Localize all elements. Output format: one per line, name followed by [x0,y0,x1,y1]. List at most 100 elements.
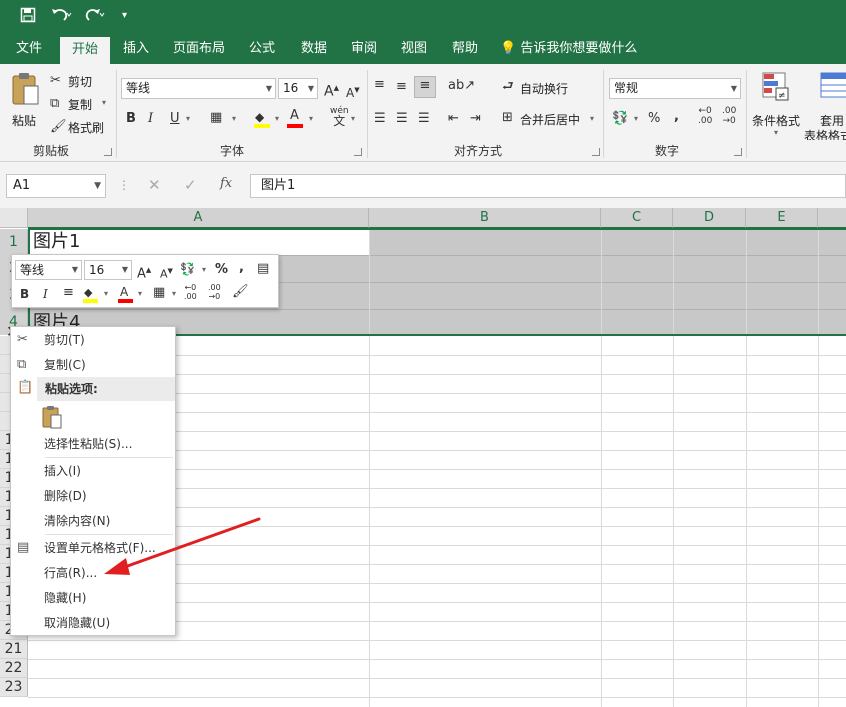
paste-button[interactable]: 粘贴 [8,70,42,130]
increase-indent-icon[interactable]: ⇥ [470,110,481,128]
mini-shrink-font-button[interactable]: A▼ [160,262,173,284]
menu-item-format-cells[interactable]: ▤ 设置单元格格式(F)... [11,536,175,560]
mini-paintbrush-icon[interactable]: 🖌 [232,283,249,301]
menu-item-row-height[interactable]: 行高(R)... [11,561,175,585]
alignment-launcher-icon[interactable] [592,148,600,156]
increase-decimal-button[interactable]: ←0.00 [698,106,712,126]
accounting-format-icon[interactable]: 💱 [612,110,628,128]
tab-help[interactable]: 帮助 [443,34,487,64]
mini-font-size-select[interactable]: 16 ▼ [84,260,132,280]
mini-percent-button[interactable]: % [215,261,228,279]
column-header-a[interactable]: A [28,208,369,228]
fill-color-button[interactable]: ◆ [254,108,272,128]
tab-home[interactable]: 开始 [60,37,110,64]
clipboard-launcher-icon[interactable] [104,148,112,156]
decrease-indent-icon[interactable]: ⇤ [448,110,459,128]
customize-qat-icon[interactable]: ▾ [122,7,127,25]
shrink-font-button[interactable]: A▼ [346,81,360,102]
column-header-b[interactable]: B [369,208,601,228]
grow-font-button[interactable]: A▲ [324,79,339,101]
formula-input[interactable]: 图片1 [250,174,846,198]
row-header[interactable]: 1 [0,229,28,255]
mini-format-table-icon[interactable]: ▤ [257,260,269,278]
save-icon[interactable] [20,7,36,27]
align-bottom-icon[interactable]: ≡ [414,76,436,98]
copy-button[interactable]: ⧉ 复制 ▾ [50,95,110,113]
cut-button[interactable]: ✂ 剪切 [50,72,110,90]
insert-function-icon[interactable]: fx [220,176,232,191]
font-size-select[interactable]: 16 ▼ [278,78,318,99]
mini-font-color-button[interactable]: A [118,284,134,304]
align-right-icon[interactable]: ☰ [418,110,430,128]
column-header-d[interactable]: D [673,208,746,228]
menu-item-delete[interactable]: 删除(D) [11,484,175,508]
align-top-icon[interactable]: ≡ [374,76,385,94]
mini-comma-button[interactable]: , [239,259,244,277]
align-left-icon[interactable]: ☰ [374,110,386,128]
mini-align-center-icon[interactable]: ≡ [63,284,74,302]
mini-borders-icon[interactable]: ▦ [153,284,165,302]
wrap-text-button[interactable]: ⮐ 自动换行 [500,78,590,98]
menu-item-paste-special[interactable]: 选择性粘贴(S)... [11,432,175,456]
name-box[interactable]: A1 ▼ [6,174,106,198]
mini-font-color-dropdown-icon[interactable]: ▾ [138,289,142,298]
tab-data[interactable]: 数据 [292,34,336,64]
accounting-dropdown-icon[interactable]: ▾ [634,114,638,123]
chevron-down-icon[interactable]: ▾ [590,114,594,123]
mini-font-name-select[interactable]: 等线 ▼ [15,260,82,280]
font-color-button[interactable]: A [287,108,305,128]
number-format-select[interactable]: 常规 ▼ [609,78,741,99]
chevron-down-icon[interactable]: ▼ [94,175,101,197]
tab-view[interactable]: 视图 [392,34,436,64]
tab-page-layout[interactable]: 页面布局 [166,34,232,64]
align-center-icon[interactable]: ☰ [396,110,408,128]
borders-dropdown-icon[interactable]: ▾ [232,114,236,123]
phonetic-dropdown-icon[interactable]: ▾ [351,114,355,123]
format-painter-button[interactable]: 🖌 格式刷 [50,118,110,136]
tab-insert[interactable]: 插入 [114,34,158,64]
mini-grow-font-button[interactable]: A▲ [137,261,151,283]
fill-dropdown-icon[interactable]: ▾ [275,114,279,123]
number-launcher-icon[interactable] [734,148,742,156]
column-header-e[interactable]: E [746,208,818,228]
align-middle-icon[interactable]: ≡ [396,78,407,96]
orientation-icon[interactable]: ab↗ [448,77,475,95]
enter-icon[interactable]: ✓ [184,176,197,194]
menu-item-insert[interactable]: 插入(I) [11,459,175,483]
row-header[interactable]: 21 [0,640,28,659]
tell-me-box[interactable]: 💡 告诉我你想要做什么 [500,34,640,64]
font-launcher-icon[interactable] [354,148,362,156]
menu-item-cut[interactable]: ✂ 剪切(T) [11,328,175,352]
paste-option-button[interactable] [41,405,65,431]
phonetic-button[interactable]: wén 文 [330,106,349,128]
comma-button[interactable]: , [674,108,679,126]
font-color-dropdown-icon[interactable]: ▾ [309,114,313,123]
redo-icon[interactable] [84,7,106,27]
conditional-format-button[interactable]: ≠ 条件格式 ▾ [750,70,802,140]
underline-dropdown-icon[interactable]: ▾ [186,114,190,123]
underline-button[interactable]: U [170,110,180,128]
bold-button[interactable]: B [126,110,136,128]
undo-icon[interactable] [50,7,72,27]
mini-fill-dropdown-icon[interactable]: ▾ [104,289,108,298]
borders-icon[interactable]: ▦ [210,109,222,127]
format-as-table-button[interactable]: 套用 表格格式 [804,70,846,140]
menu-item-clear-contents[interactable]: 清除内容(N) [11,509,175,533]
decrease-decimal-button[interactable]: .00 →0 [722,106,736,126]
select-all-corner[interactable] [0,208,28,228]
mini-decrease-decimal-button[interactable]: .00 →0 [208,283,221,301]
row-header[interactable]: 22 [0,659,28,678]
tab-review[interactable]: 审阅 [342,34,386,64]
mini-italic-button[interactable]: I [43,285,48,303]
merge-center-button[interactable]: ⊞ 合并后居中 ▾ [500,109,600,129]
chevron-down-icon[interactable]: ▾ [102,98,106,107]
menu-item-copy[interactable]: ⧉ 复制(C) [11,353,175,377]
mini-accounting-dropdown-icon[interactable]: ▾ [202,265,206,274]
tab-formulas[interactable]: 公式 [240,34,284,64]
mini-accounting-icon[interactable]: 💱 [180,260,195,278]
row-header[interactable]: 23 [0,678,28,697]
mini-fill-color-button[interactable]: ◆ [83,284,99,304]
column-header-f[interactable] [818,208,846,228]
column-header-c[interactable]: C [601,208,673,228]
menu-item-unhide[interactable]: 取消隐藏(U) [11,611,175,635]
